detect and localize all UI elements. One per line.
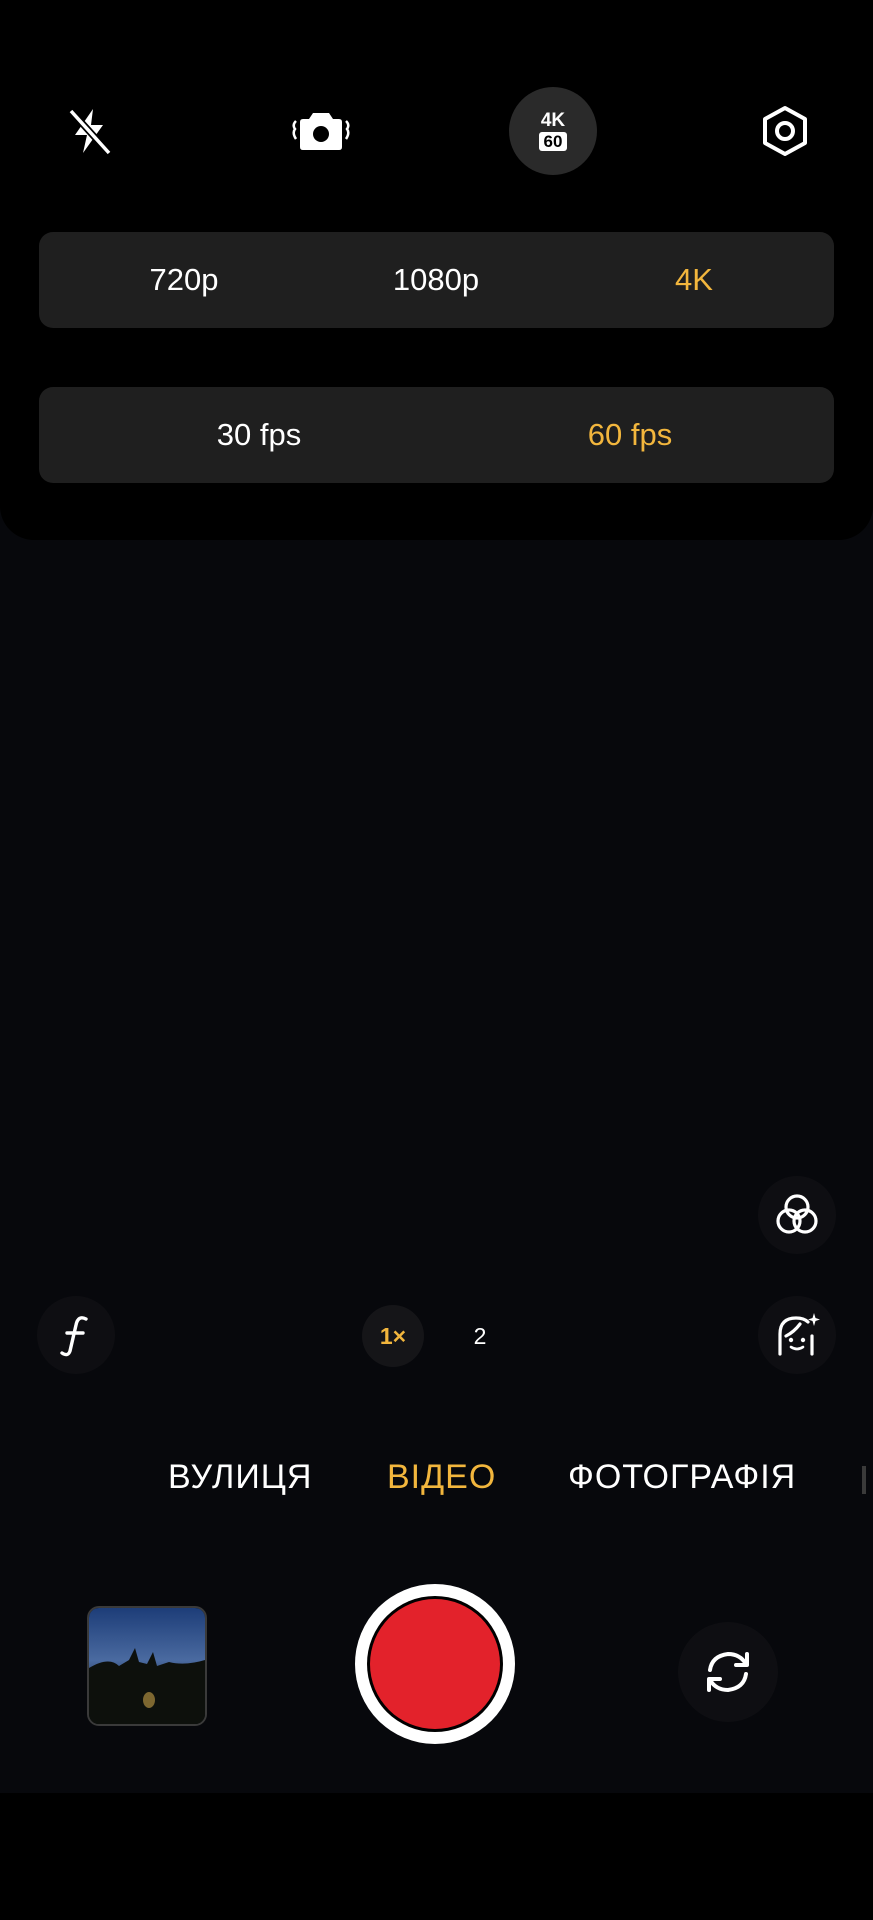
gallery-thumbnail[interactable]: [87, 1606, 207, 1726]
fps-60[interactable]: 60 fps: [530, 387, 730, 483]
mode-street[interactable]: ВУЛИЦЯ: [168, 1458, 312, 1497]
fps-selector: 30 fps 60 fps: [39, 387, 834, 483]
mode-photo[interactable]: ФОТОГРАФІЯ: [568, 1458, 796, 1497]
film-f-icon[interactable]: [37, 1296, 115, 1374]
resolution-1080p[interactable]: 1080p: [351, 232, 521, 328]
record-icon: [370, 1599, 500, 1729]
top-settings-panel: 4K 60 720p 1080p 4K 30 fps 60 fps: [0, 0, 873, 540]
fps-30[interactable]: 30 fps: [159, 387, 359, 483]
bottom-bar: [0, 1793, 873, 1920]
next-mode-peek: [862, 1466, 866, 1494]
resolution-fps-badge[interactable]: 4K 60: [509, 87, 597, 175]
resolution-selector: 720p 1080p 4K: [39, 232, 834, 328]
settings-hex-icon[interactable]: [750, 96, 820, 166]
resolution-4k[interactable]: 4K: [609, 232, 779, 328]
badge-resolution-label: 4K: [540, 110, 566, 131]
zoom-1x-button[interactable]: 1×: [362, 1305, 424, 1367]
resolution-720p[interactable]: 720p: [99, 232, 269, 328]
mode-video[interactable]: ВІДЕО: [387, 1458, 496, 1497]
flash-off-icon[interactable]: [54, 96, 124, 166]
badge-fps-label: 60: [538, 132, 568, 151]
record-ring: [367, 1596, 503, 1732]
camera-stabilization-icon[interactable]: [282, 96, 360, 166]
filters-icon[interactable]: [758, 1176, 836, 1254]
zoom-2x-button[interactable]: 2: [449, 1305, 511, 1367]
thumbnail-night-scene: [89, 1608, 205, 1724]
record-button[interactable]: [355, 1584, 515, 1744]
switch-camera-icon[interactable]: [678, 1622, 778, 1722]
face-sparkle-icon[interactable]: [758, 1296, 836, 1374]
